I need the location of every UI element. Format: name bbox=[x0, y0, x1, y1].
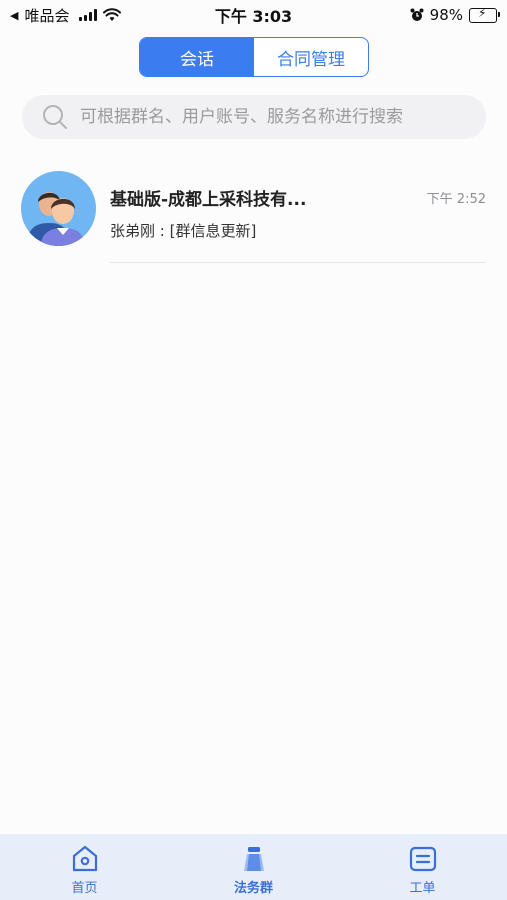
search-input[interactable] bbox=[78, 106, 472, 128]
tab-tickets[interactable]: 工单 bbox=[338, 834, 507, 900]
tab-legal-group[interactable]: 法务群 bbox=[169, 834, 338, 900]
battery-icon: ⚡ bbox=[469, 5, 500, 23]
search-icon bbox=[43, 105, 67, 129]
conversation-item[interactable]: 基础版-成都上采科技有... 下午 2:52 张弟刚 : [群信息更新] bbox=[0, 166, 507, 263]
conversation-title: 基础版-成都上采科技有... bbox=[110, 190, 307, 210]
status-right: 98% ⚡ bbox=[410, 6, 507, 24]
wifi-icon bbox=[103, 8, 122, 21]
back-app-label[interactable]: 唯品会 bbox=[24, 5, 69, 26]
home-icon bbox=[72, 845, 97, 872]
screen: ◀ 唯品会 下午 3:03 98% ⚡ 会话 合同管理 可根据群名、用户账号、服… bbox=[0, 0, 507, 900]
battery-percent: 98% bbox=[429, 6, 463, 24]
status-bar: ◀ 唯品会 下午 3:03 98% ⚡ bbox=[0, 0, 507, 30]
divider bbox=[110, 262, 486, 263]
cellular-signal-icon bbox=[79, 9, 98, 21]
bottom-tab-bar: 首页 法务群 工单 bbox=[0, 834, 507, 900]
charging-bolt-icon: ⚡ bbox=[478, 5, 487, 20]
tab-home-label: 首页 bbox=[71, 881, 98, 896]
group-avatar bbox=[21, 171, 96, 246]
tab-legal-group-label: 法务群 bbox=[233, 881, 273, 896]
group-avatar-icon bbox=[27, 192, 84, 246]
back-arrow-icon[interactable]: ◀ bbox=[10, 9, 18, 22]
tab-tickets-label: 工单 bbox=[409, 881, 436, 896]
conversation-time: 下午 2:52 bbox=[426, 192, 486, 207]
search-bar[interactable] bbox=[22, 95, 486, 139]
group-icon bbox=[243, 847, 264, 871]
alarm-icon bbox=[410, 8, 424, 21]
ticket-icon bbox=[409, 846, 436, 872]
conversation-preview: 张弟刚 : [群信息更新] bbox=[110, 222, 257, 240]
tab-conversations[interactable]: 会话 bbox=[140, 38, 254, 76]
tab-contract-management[interactable]: 合同管理 bbox=[254, 38, 368, 76]
segmented-control: 会话 合同管理 bbox=[139, 37, 369, 77]
status-left: ◀ 唯品会 bbox=[0, 5, 122, 26]
tab-home[interactable]: 首页 bbox=[0, 834, 169, 900]
